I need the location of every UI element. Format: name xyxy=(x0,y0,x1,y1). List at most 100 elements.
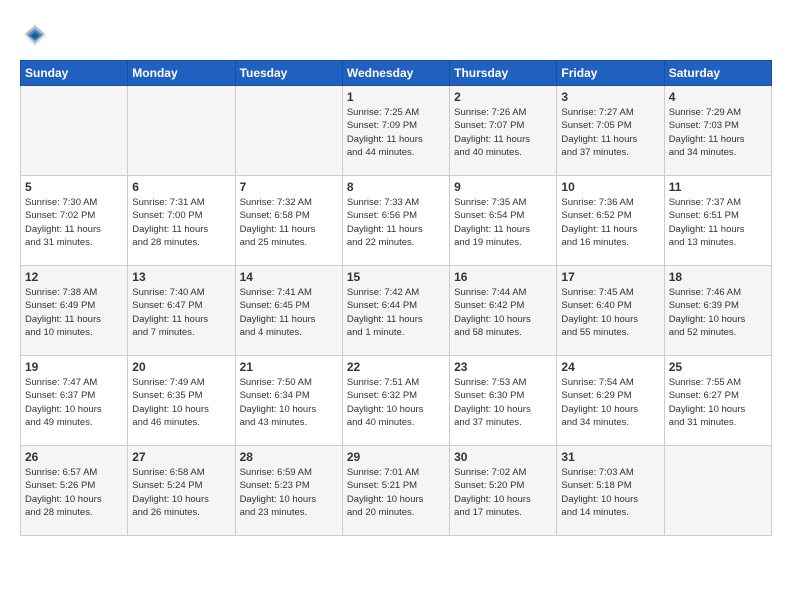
day-number: 27 xyxy=(132,450,230,464)
calendar-cell: 28 Sunrise: 6:59 AM Sunset: 5:23 PM Dayli… xyxy=(235,446,342,536)
day-info: Sunrise: 7:41 AM Sunset: 6:45 PM Dayligh… xyxy=(240,286,338,339)
calendar-cell: 1 Sunrise: 7:25 AM Sunset: 7:09 PM Daylig… xyxy=(342,86,449,176)
day-number: 31 xyxy=(561,450,659,464)
calendar-week-row: 12 Sunrise: 7:38 AM Sunset: 6:49 PM Dayli… xyxy=(21,266,772,356)
calendar-cell: 18 Sunrise: 7:46 AM Sunset: 6:39 PM Dayli… xyxy=(664,266,771,356)
day-number: 30 xyxy=(454,450,552,464)
calendar-cell xyxy=(235,86,342,176)
calendar-week-row: 1 Sunrise: 7:25 AM Sunset: 7:09 PM Daylig… xyxy=(21,86,772,176)
day-info: Sunrise: 7:45 AM Sunset: 6:40 PM Dayligh… xyxy=(561,286,659,339)
day-number: 7 xyxy=(240,180,338,194)
calendar-cell: 16Sunrise: 7:44 AM Sunset: 6:42 PM Dayli… xyxy=(450,266,557,356)
calendar-cell: 14 Sunrise: 7:41 AM Sunset: 6:45 PM Dayli… xyxy=(235,266,342,356)
day-number: 14 xyxy=(240,270,338,284)
calendar-cell: 29 Sunrise: 7:01 AM Sunset: 5:21 PM Dayli… xyxy=(342,446,449,536)
day-number: 1 xyxy=(347,90,445,104)
day-number: 6 xyxy=(132,180,230,194)
day-info: Sunrise: 7:55 AM Sunset: 6:27 PM Dayligh… xyxy=(669,376,767,429)
weekday-header-friday: Friday xyxy=(557,61,664,86)
calendar-week-row: 26 Sunrise: 6:57 AM Sunset: 5:26 PM Dayli… xyxy=(21,446,772,536)
day-number: 17 xyxy=(561,270,659,284)
day-info: Sunrise: 7:25 AM Sunset: 7:09 PM Dayligh… xyxy=(347,106,445,159)
calendar-cell: 4 Sunrise: 7:29 AM Sunset: 7:03 PM Daylig… xyxy=(664,86,771,176)
weekday-header-thursday: Thursday xyxy=(450,61,557,86)
day-number: 22 xyxy=(347,360,445,374)
day-info: Sunrise: 7:47 AM Sunset: 6:37 PM Dayligh… xyxy=(25,376,123,429)
day-info: Sunrise: 6:58 AM Sunset: 5:24 PM Dayligh… xyxy=(132,466,230,519)
day-info: Sunrise: 7:51 AM Sunset: 6:32 PM Dayligh… xyxy=(347,376,445,429)
calendar-cell: 10 Sunrise: 7:36 AM Sunset: 6:52 PM Dayli… xyxy=(557,176,664,266)
day-number: 20 xyxy=(132,360,230,374)
day-number: 15 xyxy=(347,270,445,284)
day-info: Sunrise: 6:59 AM Sunset: 5:23 PM Dayligh… xyxy=(240,466,338,519)
calendar-cell: 20Sunrise: 7:49 AM Sunset: 6:35 PM Dayli… xyxy=(128,356,235,446)
day-number: 12 xyxy=(25,270,123,284)
day-info: Sunrise: 7:37 AM Sunset: 6:51 PM Dayligh… xyxy=(669,196,767,249)
day-info: Sunrise: 7:50 AM Sunset: 6:34 PM Dayligh… xyxy=(240,376,338,429)
calendar-cell: 9 Sunrise: 7:35 AM Sunset: 6:54 PM Daylig… xyxy=(450,176,557,266)
day-number: 29 xyxy=(347,450,445,464)
day-number: 9 xyxy=(454,180,552,194)
day-number: 5 xyxy=(25,180,123,194)
calendar-cell: 19Sunrise: 7:47 AM Sunset: 6:37 PM Dayli… xyxy=(21,356,128,446)
calendar-cell: 5 Sunrise: 7:30 AM Sunset: 7:02 PM Daylig… xyxy=(21,176,128,266)
day-info: Sunrise: 7:31 AM Sunset: 7:00 PM Dayligh… xyxy=(132,196,230,249)
weekday-header-sunday: Sunday xyxy=(21,61,128,86)
weekday-header-monday: Monday xyxy=(128,61,235,86)
calendar-cell: 22 Sunrise: 7:51 AM Sunset: 6:32 PM Dayli… xyxy=(342,356,449,446)
day-info: Sunrise: 7:33 AM Sunset: 6:56 PM Dayligh… xyxy=(347,196,445,249)
day-number: 18 xyxy=(669,270,767,284)
logo xyxy=(20,20,54,50)
calendar-cell: 12 Sunrise: 7:38 AM Sunset: 6:49 PM Dayli… xyxy=(21,266,128,356)
page-header xyxy=(20,20,772,50)
day-info: Sunrise: 7:38 AM Sunset: 6:49 PM Dayligh… xyxy=(25,286,123,339)
day-info: Sunrise: 7:46 AM Sunset: 6:39 PM Dayligh… xyxy=(669,286,767,339)
calendar-cell: 6 Sunrise: 7:31 AM Sunset: 7:00 PM Daylig… xyxy=(128,176,235,266)
calendar-cell: 25Sunrise: 7:55 AM Sunset: 6:27 PM Dayli… xyxy=(664,356,771,446)
calendar-cell: 7 Sunrise: 7:32 AM Sunset: 6:58 PM Daylig… xyxy=(235,176,342,266)
day-info: Sunrise: 7:54 AM Sunset: 6:29 PM Dayligh… xyxy=(561,376,659,429)
calendar-cell: 15 Sunrise: 7:42 AM Sunset: 6:44 PM Dayli… xyxy=(342,266,449,356)
calendar-cell: 13 Sunrise: 7:40 AM Sunset: 6:47 PM Dayli… xyxy=(128,266,235,356)
day-info: Sunrise: 7:35 AM Sunset: 6:54 PM Dayligh… xyxy=(454,196,552,249)
weekday-header-saturday: Saturday xyxy=(664,61,771,86)
weekday-header-wednesday: Wednesday xyxy=(342,61,449,86)
calendar-cell: 24 Sunrise: 7:54 AM Sunset: 6:29 PM Dayli… xyxy=(557,356,664,446)
day-number: 24 xyxy=(561,360,659,374)
day-number: 8 xyxy=(347,180,445,194)
calendar-cell: 30Sunrise: 7:02 AM Sunset: 5:20 PM Dayli… xyxy=(450,446,557,536)
day-info: Sunrise: 7:32 AM Sunset: 6:58 PM Dayligh… xyxy=(240,196,338,249)
calendar-cell: 27 Sunrise: 6:58 AM Sunset: 5:24 PM Dayli… xyxy=(128,446,235,536)
day-number: 4 xyxy=(669,90,767,104)
day-info: Sunrise: 7:03 AM Sunset: 5:18 PM Dayligh… xyxy=(561,466,659,519)
day-number: 28 xyxy=(240,450,338,464)
day-info: Sunrise: 6:57 AM Sunset: 5:26 PM Dayligh… xyxy=(25,466,123,519)
calendar-cell: 21 Sunrise: 7:50 AM Sunset: 6:34 PM Dayli… xyxy=(235,356,342,446)
calendar-cell: 8 Sunrise: 7:33 AM Sunset: 6:56 PM Daylig… xyxy=(342,176,449,266)
weekday-header-tuesday: Tuesday xyxy=(235,61,342,86)
day-number: 21 xyxy=(240,360,338,374)
day-info: Sunrise: 7:40 AM Sunset: 6:47 PM Dayligh… xyxy=(132,286,230,339)
calendar-cell xyxy=(21,86,128,176)
day-number: 10 xyxy=(561,180,659,194)
day-info: Sunrise: 7:30 AM Sunset: 7:02 PM Dayligh… xyxy=(25,196,123,249)
day-info: Sunrise: 7:01 AM Sunset: 5:21 PM Dayligh… xyxy=(347,466,445,519)
day-number: 26 xyxy=(25,450,123,464)
calendar-table: SundayMondayTuesdayWednesdayThursdayFrid… xyxy=(20,60,772,536)
calendar-cell xyxy=(128,86,235,176)
day-info: Sunrise: 7:29 AM Sunset: 7:03 PM Dayligh… xyxy=(669,106,767,159)
day-number: 11 xyxy=(669,180,767,194)
calendar-cell: 2Sunrise: 7:26 AM Sunset: 7:07 PM Daylig… xyxy=(450,86,557,176)
calendar-cell xyxy=(664,446,771,536)
day-number: 13 xyxy=(132,270,230,284)
calendar-cell: 11 Sunrise: 7:37 AM Sunset: 6:51 PM Dayli… xyxy=(664,176,771,266)
calendar-cell: 23Sunrise: 7:53 AM Sunset: 6:30 PM Dayli… xyxy=(450,356,557,446)
calendar-cell: 26 Sunrise: 6:57 AM Sunset: 5:26 PM Dayli… xyxy=(21,446,128,536)
calendar-cell: 3Sunrise: 7:27 AM Sunset: 7:05 PM Daylig… xyxy=(557,86,664,176)
day-info: Sunrise: 7:36 AM Sunset: 6:52 PM Dayligh… xyxy=(561,196,659,249)
day-number: 16 xyxy=(454,270,552,284)
day-number: 2 xyxy=(454,90,552,104)
calendar-week-row: 5 Sunrise: 7:30 AM Sunset: 7:02 PM Daylig… xyxy=(21,176,772,266)
logo-icon xyxy=(20,20,50,50)
day-info: Sunrise: 7:42 AM Sunset: 6:44 PM Dayligh… xyxy=(347,286,445,339)
